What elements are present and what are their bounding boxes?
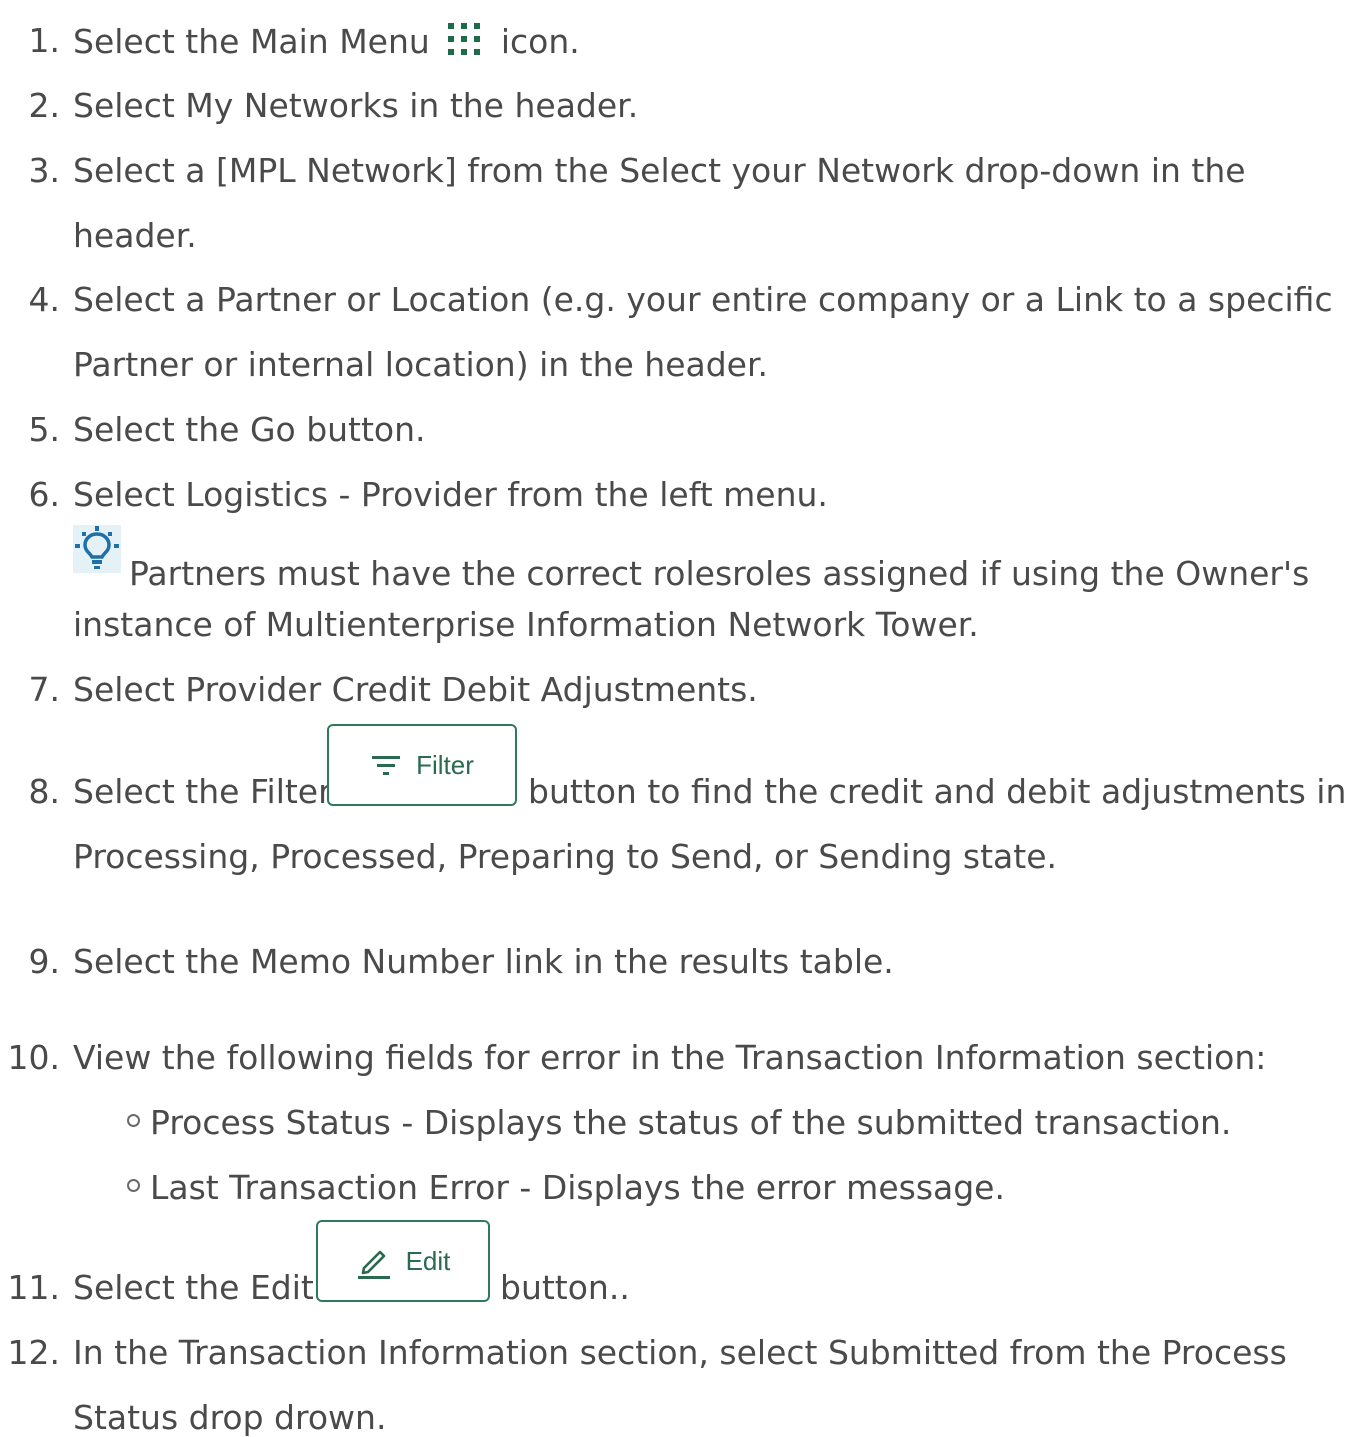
step-text: Partner or internal location) in the hea…: [73, 345, 769, 384]
step-number: 10.: [7, 1038, 60, 1077]
step-number: 12.: [7, 1333, 60, 1372]
step-text: Select a Partner or Location (e.g. your …: [73, 280, 1333, 319]
step-number: 7.: [28, 670, 61, 709]
edit-button-label: Edit: [405, 1245, 451, 1276]
step-text: Status drop drown.: [73, 1398, 387, 1437]
step-text: Select the Go button.: [73, 410, 426, 449]
step-text: View the following fields for error in t…: [73, 1038, 1267, 1077]
step-number: 11.: [7, 1268, 60, 1307]
step-number: 9.: [28, 942, 61, 981]
lightbulb-icon: [73, 525, 121, 573]
step-text: Select My Networks in the header.: [73, 86, 639, 125]
tip-text: instance of Multienterprise Information …: [73, 605, 979, 644]
main-menu-grid-icon: [448, 23, 481, 55]
filter-button[interactable]: Filter: [327, 724, 517, 806]
step-text: button to find the credit and debit adju…: [528, 772, 1347, 811]
bullet-icon: [127, 1114, 140, 1127]
filter-icon: [372, 756, 401, 775]
step-number: 4.: [28, 280, 61, 319]
step-text: Select Logistics - Provider from the lef…: [73, 475, 828, 514]
step-text: button..: [500, 1268, 630, 1307]
step-text: Select the Edit: [73, 1268, 314, 1307]
tip-text: Partners must have the correct rolesrole…: [129, 554, 1310, 593]
step-text: Processing, Processed, Preparing to Send…: [73, 837, 1058, 876]
bullet-icon: [127, 1179, 140, 1192]
step-text: In the Transaction Information section, …: [73, 1333, 1287, 1372]
step-text: Select Provider Credit Debit Adjustments…: [73, 670, 758, 709]
step-number: 1.: [28, 21, 61, 60]
pencil-icon: [357, 1250, 390, 1279]
step-text: Select the Main Menu: [73, 22, 430, 61]
tip-note: Partners must have the correct rolesrole…: [73, 525, 1309, 593]
step-number: 2.: [28, 86, 61, 125]
step-text: Select a [MPL Network] from the Select y…: [73, 151, 1246, 190]
step-number: 5.: [28, 410, 61, 449]
filter-button-label: Filter: [416, 749, 474, 780]
step-number: 8.: [28, 772, 61, 811]
step-text: Select the Memo Number link in the resul…: [73, 942, 894, 981]
edit-button[interactable]: Edit: [316, 1220, 490, 1302]
list-item: Last Transaction Error - Displays the er…: [127, 1168, 1005, 1207]
step-number: 3.: [28, 151, 61, 190]
step-text: Select the Filter: [73, 772, 332, 811]
step-number: 6.: [28, 475, 61, 514]
step-text: header.: [73, 216, 197, 255]
step-text: icon.: [500, 22, 580, 61]
list-item: Process Status - Displays the status of …: [127, 1103, 1231, 1142]
